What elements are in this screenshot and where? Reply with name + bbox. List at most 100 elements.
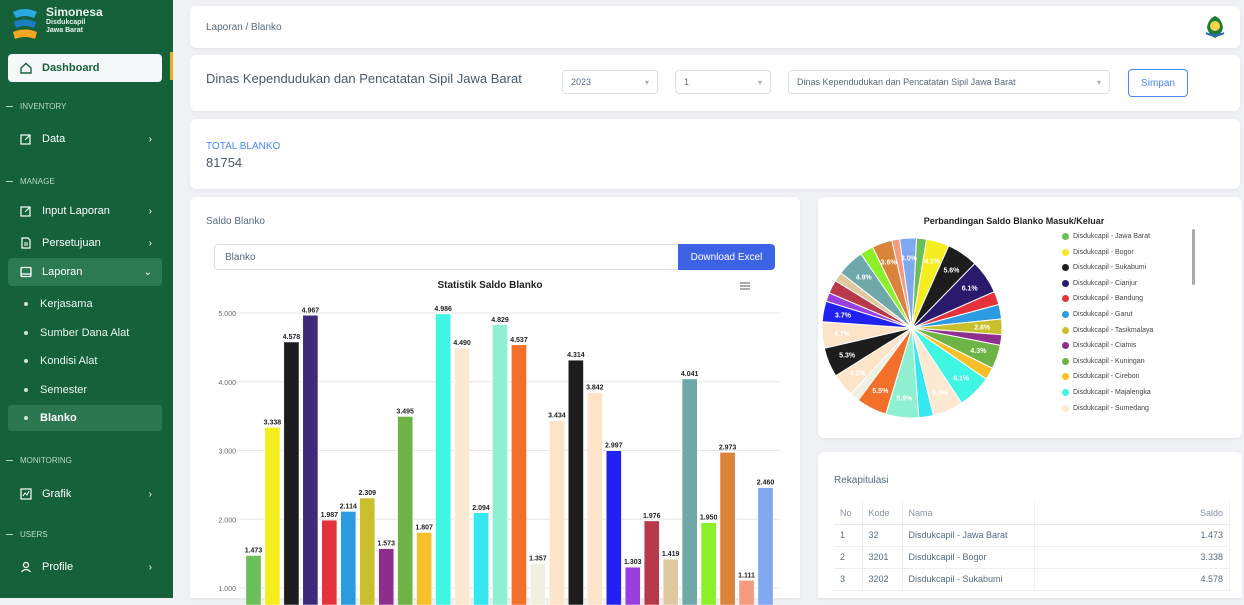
legend-item[interactable]: Disdukcapil - Bogor	[1062, 248, 1134, 256]
legend-item[interactable]: Disdukcapil - Ciamis	[1062, 342, 1136, 350]
bar[interactable]	[340, 511, 357, 605]
bar[interactable]	[719, 452, 736, 605]
sub-semester-label: Semester	[40, 384, 88, 396]
pie-slice-label: 4.7%	[834, 331, 851, 338]
bar[interactable]	[530, 563, 546, 605]
legend-item[interactable]: Disdukcapil - Sumedang	[1062, 404, 1149, 412]
pie-slice-label: 5.3%	[839, 352, 856, 359]
bar-value-label: 1.976	[643, 513, 661, 520]
legend-item[interactable]: Disdukcapil - Jawa Barat	[1062, 233, 1150, 240]
bar[interactable]	[378, 548, 395, 605]
nav-persetujuan[interactable]: Persetujuan ›	[8, 229, 162, 257]
agency-select[interactable]: Dinas Kependudukan dan Pencatatan Sipil …	[788, 70, 1110, 94]
legend-item[interactable]: Disdukcapil - Bandung	[1062, 295, 1143, 303]
bar[interactable]	[283, 341, 300, 605]
sidebar-toggle-handle[interactable]	[170, 52, 173, 80]
nav-grafik[interactable]: Grafik ›	[8, 480, 162, 508]
nav-profile[interactable]: Profile ›	[8, 553, 162, 581]
nav-input-laporan[interactable]: Input Laporan ›	[8, 197, 162, 225]
blanko-search-input[interactable]: Blanko	[214, 244, 679, 270]
sub-kondisi-alat[interactable]: Kondisi Alat	[8, 348, 162, 374]
legend-item[interactable]: Disdukcapil - Tasikmalaya	[1062, 326, 1153, 334]
bar[interactable]	[473, 512, 489, 605]
bar[interactable]	[549, 420, 565, 605]
sub-kerjasama[interactable]: Kerjasama	[8, 291, 162, 317]
bar[interactable]	[568, 359, 584, 605]
rekap-title: Rekapitulasi	[834, 475, 889, 486]
legend-item[interactable]: Disdukcapil - Cianjur	[1062, 279, 1138, 287]
bar-value-label: 2.094	[472, 505, 490, 512]
period-select[interactable]: 1 ▾	[675, 70, 771, 94]
col-nama[interactable]: Nama	[902, 502, 1035, 525]
bar[interactable]	[643, 520, 660, 605]
bar[interactable]	[454, 347, 470, 605]
bar[interactable]	[416, 532, 432, 605]
legend-item[interactable]: Disdukcapil - Garut	[1062, 311, 1133, 318]
chevron-right-icon: ›	[148, 133, 152, 145]
chart-menu-icon[interactable]	[740, 282, 750, 290]
bar[interactable]	[605, 450, 622, 605]
nav-laporan-label: Laporan	[42, 266, 83, 278]
year-select[interactable]: 2023 ▾	[562, 70, 658, 94]
legend-label: Disdukcapil - Cianjur	[1073, 279, 1138, 287]
bar[interactable]	[662, 558, 679, 605]
cell-saldo: 4.578	[1034, 568, 1230, 591]
bar[interactable]	[264, 427, 281, 605]
cell-no: 3	[834, 568, 863, 591]
section-inventory: INVENTORY	[0, 100, 173, 112]
nav-laporan[interactable]: Laporan ⌄	[8, 258, 162, 286]
rekap-card: Rekapitulasi No Kode Nama Saldo 1 32 Dis…	[818, 452, 1242, 598]
legend-item[interactable]: Disdukcapil - Cirebon	[1062, 373, 1140, 381]
sub-blanko[interactable]: Blanko	[8, 405, 162, 431]
nav-dashboard[interactable]: Dashboard	[8, 54, 162, 82]
bar[interactable]	[302, 315, 319, 605]
legend-scrollbar[interactable]	[1192, 229, 1195, 285]
bar[interactable]	[738, 580, 755, 605]
nav-input-laporan-label: Input Laporan	[42, 205, 110, 217]
bar-value-label: 3.842	[586, 385, 604, 392]
bar[interactable]	[435, 313, 451, 605]
sub-kerjasama-label: Kerjasama	[40, 298, 93, 310]
bar[interactable]	[587, 392, 603, 605]
section-manage: MANAGE	[0, 175, 173, 187]
save-button[interactable]: Simpan	[1128, 69, 1188, 97]
cell-kode: 3202	[862, 568, 903, 591]
bar-value-label: 4.041	[681, 371, 699, 378]
pie-slice-label: 6.1%	[962, 285, 979, 292]
bar[interactable]	[359, 497, 376, 605]
col-saldo[interactable]: Saldo	[1034, 502, 1230, 525]
col-no[interactable]: No	[834, 502, 863, 525]
pie-slice-label: 5.5%	[932, 390, 949, 397]
legend-swatch	[1062, 404, 1069, 412]
legend-label: Disdukcapil - Garut	[1073, 311, 1133, 318]
legend-label: Disdukcapil - Majalengka	[1073, 389, 1151, 396]
legend-item[interactable]: Disdukcapil - Majalengka	[1062, 389, 1151, 396]
bar[interactable]	[700, 522, 717, 605]
bar[interactable]	[511, 344, 527, 605]
bar-value-label: 4.314	[567, 352, 585, 359]
pie-slice-label: 4.1%	[924, 258, 941, 265]
pie-slice-label: 4.9%	[856, 274, 873, 281]
bullet-icon	[24, 416, 28, 420]
legend-item[interactable]: Disdukcapil - Sukabumi	[1062, 264, 1146, 272]
bar[interactable]	[397, 416, 414, 605]
sub-sumber-dana-alat[interactable]: Sumber Dana Alat	[8, 320, 162, 346]
agency-select-value: Dinas Kependudukan dan Pencatatan Sipil …	[797, 77, 1016, 87]
bar-value-label: 4.829	[491, 317, 509, 324]
bar[interactable]	[624, 566, 641, 605]
col-kode[interactable]: Kode	[862, 502, 903, 525]
nav-data[interactable]: Data ›	[8, 125, 162, 153]
download-excel-button[interactable]: Download Excel	[678, 244, 775, 270]
bar[interactable]	[681, 378, 698, 605]
bar-value-label: 1.473	[245, 547, 263, 554]
bullet-icon	[24, 331, 28, 335]
legend-item[interactable]: Disdukcapil - Kuningan	[1062, 357, 1145, 365]
user-avatar[interactable]	[1202, 14, 1228, 40]
app-logo-icon	[10, 6, 40, 42]
bar[interactable]	[492, 324, 508, 605]
cell-saldo: 1.473	[1034, 524, 1230, 547]
brand-logo[interactable]: Simonesa Disdukcapil Jawa Barat	[10, 6, 103, 46]
sub-semester[interactable]: Semester	[8, 377, 162, 403]
bar[interactable]	[757, 487, 774, 605]
bar[interactable]	[321, 519, 338, 605]
